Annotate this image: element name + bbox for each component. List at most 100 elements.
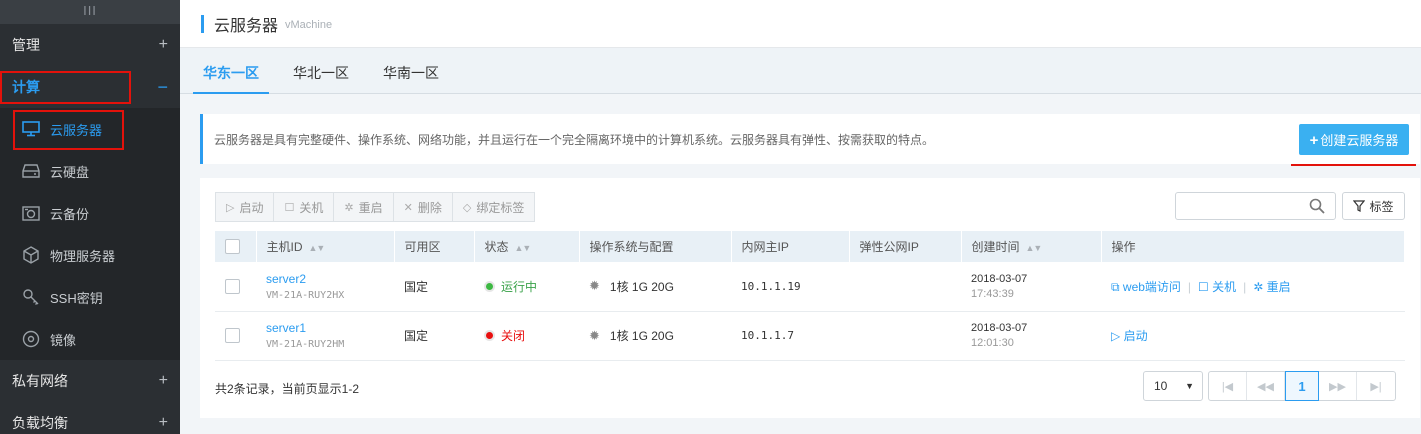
host-name-link[interactable]: server1 (266, 321, 394, 335)
sidebar-item-cloud-server[interactable]: 云服务器 (0, 108, 180, 150)
sidebar-section-label: 负载均衡 (12, 415, 68, 431)
restart-icon: ✲ (1253, 279, 1267, 294)
col-created[interactable]: 创建时间 ▲▼ (961, 231, 1102, 262)
config-text: 1核 1G 20G (609, 279, 674, 294)
delete-button[interactable]: ✕ 删除 (394, 193, 453, 221)
page-title: 云服务器 (214, 17, 279, 35)
status-cell: 运行中 (474, 262, 579, 311)
config-text: 1核 1G 20G (609, 329, 674, 343)
actions-cell: ▷ 启动 (1101, 311, 1405, 360)
sidebar-section-compute[interactable]: 计算 − (0, 66, 180, 108)
last-page-button[interactable]: ▶| (1357, 372, 1395, 400)
cube-icon (22, 246, 40, 264)
config-cell: ✹ 1核 1G 20G (579, 262, 731, 311)
elastic-ip-cell (849, 262, 961, 311)
tab-east-china-1[interactable]: 华东一区 (193, 48, 269, 94)
host-cell: server2 VM-21A-RUY2HX (256, 262, 394, 311)
web-access-link[interactable]: ⧉ web端访问 (1111, 280, 1181, 294)
tag-filter-label: 标签 (1369, 199, 1394, 214)
tab-north-china-1[interactable]: 华北一区 (293, 48, 349, 94)
sidebar-item-cloud-backup[interactable]: 云备份 (0, 192, 180, 234)
col-os-config: 操作系统与配置 (579, 231, 732, 262)
page-size-value: 10 (1154, 379, 1168, 393)
created-date: 2018-03-07 (971, 272, 1028, 285)
tab-south-china-1[interactable]: 华南一区 (383, 48, 439, 94)
image-icon (22, 330, 40, 348)
backup-icon (22, 204, 40, 222)
action-toolbar: ▷ 启动 ☐ 关机 ✲ 重启 ✕ 删除 ◇ 绑定标签 (215, 192, 536, 222)
bind-tag-button[interactable]: ◇ 绑定标签 (453, 193, 534, 221)
collapse-icon: − (157, 76, 168, 97)
search-icon[interactable] (1309, 198, 1325, 214)
restart-link[interactable]: ✲ 重启 (1253, 280, 1290, 294)
sidebar-item-image[interactable]: 镜像 (0, 318, 180, 360)
row-checkbox[interactable] (225, 328, 240, 344)
last-page-icon: ▶| (1370, 380, 1382, 393)
host-name-link[interactable]: server2 (266, 272, 394, 286)
expand-icon: + (158, 372, 168, 389)
monitor-icon (22, 120, 40, 138)
play-icon: ▷ (226, 201, 235, 214)
search-input[interactable] (1176, 193, 1306, 219)
prev-page-button[interactable]: ◀◀ (1247, 372, 1285, 400)
start-link[interactable]: ▷ 启动 (1111, 329, 1148, 343)
table-header-row: 主机ID ▲▼ 可用区 状态 ▲▼ 操作系统与配置 内网主IP 弹性公网IP 创建时… (215, 231, 1405, 262)
row-checkbox[interactable] (225, 278, 240, 294)
col-status[interactable]: 状态 ▲▼ (474, 231, 580, 262)
sort-icon[interactable]: ▲▼ (515, 243, 532, 253)
sidebar-section-label: 管理 (12, 37, 40, 53)
sidebar-item-physical-server[interactable]: 物理服务器 (0, 234, 180, 276)
page-subtitle: vMachine (285, 19, 333, 31)
restart-button[interactable]: ✲ 重启 (334, 193, 394, 221)
sidebar-section-private-network[interactable]: 私有网络 + (0, 360, 180, 402)
row-select-cell (215, 262, 256, 311)
caret-down-icon: ▼ (1185, 381, 1194, 391)
expand-icon: + (158, 36, 168, 53)
shutdown-link[interactable]: ☐ 关机 (1198, 280, 1236, 294)
create-server-button[interactable]: + 创建云服务器 (1299, 124, 1409, 155)
created-time: 17:43:39 (971, 287, 1014, 300)
created-time: 12:01:30 (971, 337, 1014, 349)
table-row: server2 VM-21A-RUY2HX 国定 运行中 ✹ 1核 1G 20G 1… (215, 262, 1405, 311)
host-id: VM-21A-RUY2HX (266, 289, 345, 301)
page-size-select[interactable]: 10 ▼ (1143, 371, 1203, 401)
info-text: 云服务器是具有完整硬件、操作系统、网络功能，并且运行在一个完全隔离环境中的计算机… (214, 132, 935, 147)
col-host-id[interactable]: 主机ID ▲▼ (256, 231, 395, 262)
expand-icon: + (158, 414, 168, 431)
stop-icon: ☐ (284, 201, 295, 214)
sidebar-item-label: 云服务器 (50, 122, 103, 138)
gear-icon: ✹ (589, 278, 600, 294)
select-all-checkbox[interactable] (225, 239, 240, 255)
col-private-ip: 内网主IP (731, 231, 850, 262)
disk-icon (22, 162, 40, 180)
sidebar-item-ssh-key[interactable]: SSH密钥 (0, 276, 180, 318)
sidebar-section-management[interactable]: 管理 + (0, 24, 180, 66)
divider: | (1243, 279, 1247, 294)
title-accent-bar (201, 14, 204, 33)
sidebar-item-cloud-disk[interactable]: 云硬盘 (0, 150, 180, 192)
sidebar-collapse-handle[interactable]: III (0, 0, 180, 24)
sort-icon[interactable]: ▲▼ (309, 243, 326, 253)
shutdown-label: 关机 (299, 200, 324, 215)
server-table: 主机ID ▲▼ 可用区 状态 ▲▼ 操作系统与配置 内网主IP 弹性公网IP 创建时… (215, 231, 1405, 361)
stopped-status-icon (484, 330, 495, 341)
bind-tag-label: 绑定标签 (476, 200, 525, 215)
sidebar-section-load-balancer[interactable]: 负载均衡 + (0, 402, 180, 434)
sidebar-compute-submenu: 云服务器 云硬盘 云备份 物理服务器 SSH密钥 镜像 (0, 108, 180, 360)
shutdown-button[interactable]: ☐ 关机 (274, 193, 335, 221)
external-link-icon: ⧉ (1111, 279, 1123, 294)
tag-filter-button[interactable]: 标签 (1342, 192, 1405, 220)
next-page-button[interactable]: ▶▶ (1319, 372, 1357, 400)
sort-icon[interactable]: ▲▼ (1026, 243, 1043, 253)
web-access-label: web端访问 (1122, 279, 1181, 294)
col-private-ip-label: 内网主IP (741, 240, 789, 254)
start-button[interactable]: ▷ 启动 (216, 193, 275, 221)
zone-cell: 国定 (404, 329, 429, 343)
row-select-cell (215, 311, 256, 360)
created-date: 2018-03-07 (971, 322, 1028, 334)
restart-link-label: 重启 (1266, 279, 1291, 294)
restart-icon: ✲ (344, 201, 354, 214)
first-page-button[interactable]: |◀ (1209, 372, 1247, 400)
current-page-button[interactable]: 1 (1285, 371, 1319, 401)
col-host-id-label: 主机ID (266, 240, 303, 254)
